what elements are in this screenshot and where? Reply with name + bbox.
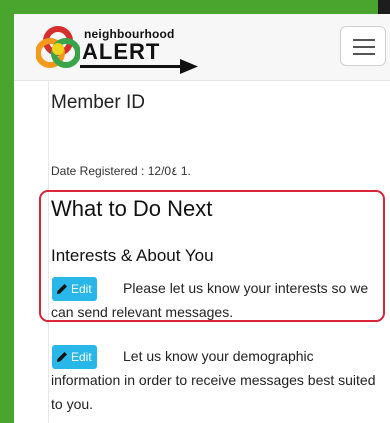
- neighbourhood-alert-logo[interactable]: neighbourhood ALERT: [36, 23, 206, 75]
- logo-arrow-icon: [80, 59, 198, 74]
- edit-demographic-button[interactable]: Edit: [52, 345, 97, 369]
- date-registered: Date Registered : 12/0٤ 1.: [51, 164, 191, 178]
- pencil-icon: [57, 284, 67, 294]
- phone-screen: neighbourhood ALERT Member ID Date Regis…: [14, 14, 390, 423]
- edit-label: Edit: [71, 282, 92, 296]
- hamburger-menu-button[interactable]: [340, 26, 386, 66]
- site-header: neighbourhood ALERT: [14, 14, 390, 81]
- pencil-icon: [57, 352, 67, 362]
- edit-label: Edit: [71, 350, 92, 364]
- interests-text: Please let us know your interests so we …: [51, 280, 369, 320]
- edit-interests-button[interactable]: Edit: [52, 277, 97, 301]
- interests-heading: Interests & About You: [51, 246, 214, 265]
- demographic-text: Let us know your demographic information…: [51, 348, 376, 412]
- member-id-label: Member ID: [51, 92, 145, 113]
- hamburger-menu-icon: [353, 39, 375, 41]
- hamburger-line: [353, 53, 375, 55]
- hamburger-line: [353, 46, 375, 48]
- logo-rings-icon: [36, 26, 80, 68]
- what-to-do-next-heading: What to Do Next: [51, 196, 213, 221]
